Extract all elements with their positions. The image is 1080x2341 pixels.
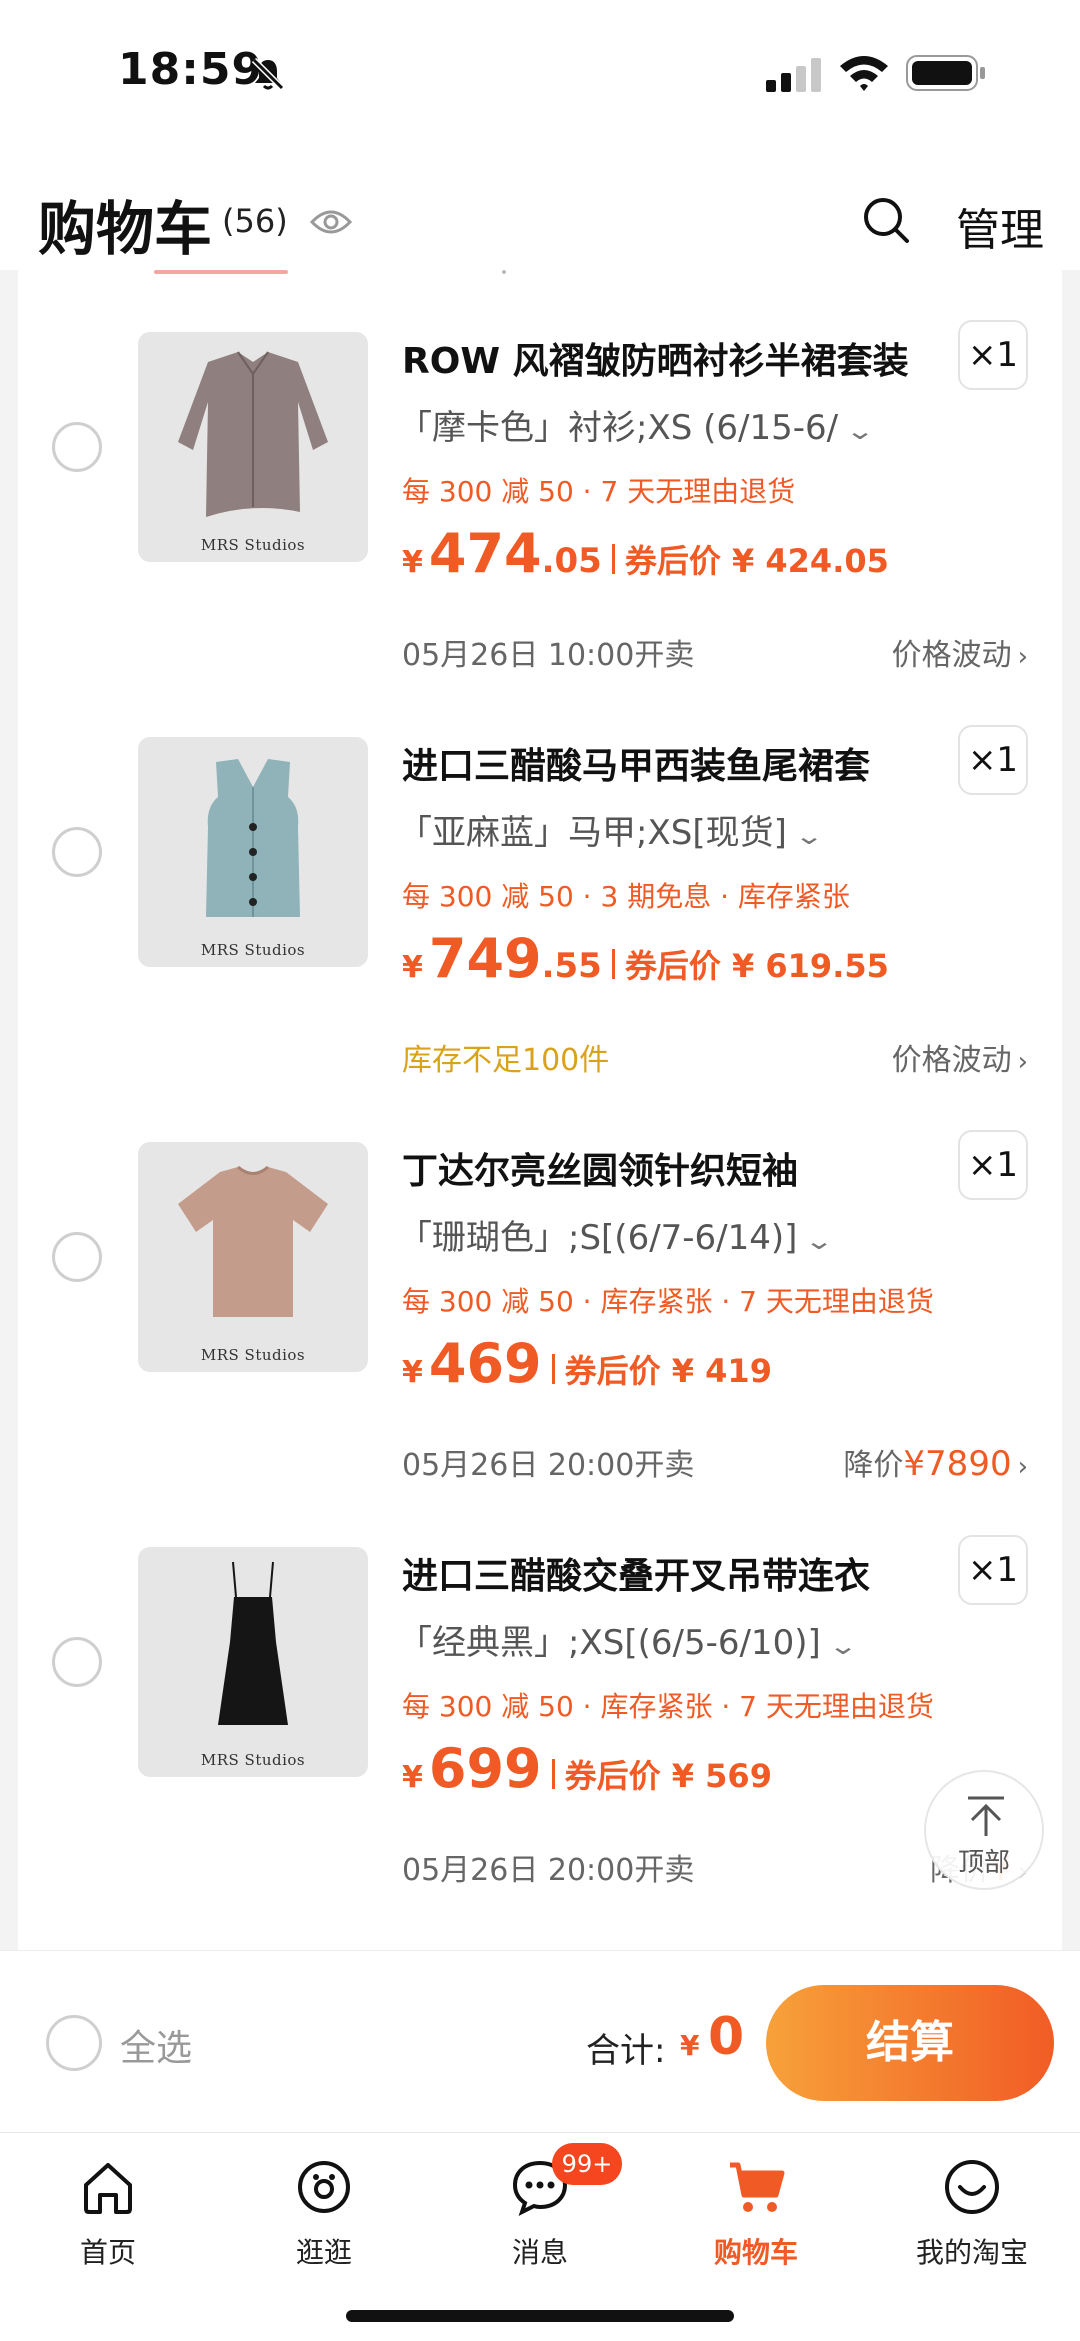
coupon-price: 券后价 ¥ 569 bbox=[564, 1757, 772, 1795]
tab-home[interactable]: 首页 bbox=[28, 2149, 188, 2289]
home-icon bbox=[84, 2163, 132, 2214]
checkout-button[interactable]: 结算 bbox=[766, 1985, 1054, 2101]
product-name[interactable]: ROW 风褶皱防晒衬衫半裙套装 bbox=[402, 332, 962, 384]
shirt-image-icon bbox=[178, 351, 328, 517]
chevron-down-icon: ⌄ bbox=[845, 417, 876, 445]
back-to-top-label: 顶部 bbox=[957, 1848, 1010, 1878]
tab-messages[interactable]: 99+ 消息 bbox=[460, 2143, 622, 2289]
back-to-top-button[interactable]: 顶部 bbox=[924, 1770, 1044, 1890]
message-badge: 99+ bbox=[552, 2143, 622, 2185]
promo-tags: 每 300 减 50 · 3 期免息 · 库存紧张 bbox=[402, 880, 850, 913]
wifi-icon bbox=[840, 56, 888, 91]
product-image[interactable]: MRS Studios bbox=[138, 1547, 368, 1777]
product-spec[interactable]: 「亚麻蓝」马甲;XS[现货] ⌄ bbox=[398, 805, 824, 854]
manage-button[interactable]: 管理 bbox=[956, 194, 1044, 258]
product-name[interactable]: 进口三醋酸马甲西装鱼尾裙套 bbox=[402, 737, 962, 789]
sale-time: 05月26日 20:00开卖 bbox=[402, 1853, 695, 1888]
home-indicator[interactable] bbox=[346, 2310, 734, 2322]
product-spec[interactable]: 「珊瑚色」;S[(6/7-6/14)] ⌄ bbox=[398, 1210, 835, 1259]
item-checkbox[interactable] bbox=[52, 422, 102, 472]
tab-cart[interactable]: 购物车 bbox=[676, 2149, 836, 2289]
promo-tags: 每 300 减 50 · 库存紧张 · 7 天无理由退货 bbox=[402, 1285, 934, 1318]
total-currency: ¥ bbox=[680, 2029, 700, 2062]
chevron-down-icon: ⌄ bbox=[827, 1632, 858, 1660]
price-trend-link[interactable]: 价格波动 › bbox=[892, 1035, 1028, 1079]
product-spec[interactable]: 「摩卡色」衬衫;XS (6/15-6/⌄ bbox=[398, 400, 875, 449]
bell-muted-icon bbox=[251, 57, 285, 91]
cart-count: (56) bbox=[222, 202, 288, 240]
search-icon[interactable] bbox=[862, 196, 910, 244]
checkout-bar: 全选 合计: ¥ 0 结算 bbox=[0, 1950, 1080, 2132]
chevron-down-icon: ⌄ bbox=[793, 822, 824, 850]
promo-tags: 每 300 减 50 · 7 天无理由退货 bbox=[402, 475, 796, 508]
product-spec[interactable]: 「经典黑」;XS[(6/5-6/10)] ⌄ bbox=[398, 1615, 858, 1664]
status-bar: 18:59 bbox=[0, 0, 1080, 140]
cart-list: MRS Studios ROW 风褶皱防晒衬衫半裙套装 ×1 「摩卡色」衬衫;X… bbox=[18, 270, 1062, 1950]
chevron-right-icon: › bbox=[1017, 1047, 1028, 1077]
total-label: 合计: bbox=[586, 2031, 666, 2071]
page-header: 购物车 (56) 管理 bbox=[0, 140, 1080, 270]
battery-icon bbox=[906, 55, 985, 91]
page-title: 购物车 bbox=[38, 195, 213, 263]
chevron-right-icon: › bbox=[1017, 642, 1028, 672]
cart-item[interactable]: MRS Studios 进口三醋酸马甲西装鱼尾裙套 ×1 「亚麻蓝」马甲;XS[… bbox=[18, 675, 1062, 1080]
cart-item[interactable]: MRS Studios ROW 风褶皱防晒衬衫半裙套装 ×1 「摩卡色」衬衫;X… bbox=[18, 270, 1062, 675]
product-image[interactable]: MRS Studios bbox=[138, 737, 368, 967]
coupon-price: 券后价 ¥ 619.55 bbox=[624, 947, 889, 985]
item-checkbox[interactable] bbox=[52, 1232, 102, 1282]
item-checkbox[interactable] bbox=[52, 827, 102, 877]
dress-image-icon bbox=[218, 1561, 288, 1725]
chevron-down-icon: ⌄ bbox=[804, 1227, 835, 1255]
price-block: ¥474.05 券后价 ¥ 424.05 bbox=[402, 522, 889, 585]
brand-watermark: MRS Studios bbox=[200, 1751, 306, 1769]
brand-watermark: MRS Studios bbox=[200, 1346, 306, 1364]
product-image[interactable]: MRS Studios bbox=[138, 332, 368, 562]
vest-image-icon bbox=[206, 759, 300, 917]
sale-time: 05月26日 10:00开卖 bbox=[402, 638, 695, 673]
chevron-right-icon: › bbox=[1017, 1452, 1028, 1482]
tshirt-image-icon bbox=[178, 1165, 328, 1317]
status-time: 18:59 bbox=[118, 44, 264, 95]
coupon-price: 券后价 ¥ 424.05 bbox=[624, 542, 889, 580]
stock-warning: 库存不足100件 bbox=[402, 1043, 610, 1078]
quantity-button[interactable]: ×1 bbox=[958, 320, 1028, 390]
cart-item[interactable]: MRS Studios 进口三醋酸交叠开叉吊带连衣 ×1 「经典黑」;XS[(6… bbox=[18, 1485, 1062, 1890]
select-all-checkbox[interactable] bbox=[46, 2015, 102, 2071]
price-block: ¥699 券后价 ¥ 569 bbox=[402, 1737, 772, 1800]
quantity-button[interactable]: ×1 bbox=[958, 1535, 1028, 1605]
price-trend-link[interactable]: 价格波动 › bbox=[892, 630, 1028, 674]
product-name[interactable]: 丁达尔亮丝圆领针织短袖 bbox=[402, 1142, 962, 1194]
tab-browse[interactable]: 逛逛 bbox=[244, 2149, 404, 2289]
profile-icon bbox=[945, 2160, 999, 2214]
price-block: ¥749.55 券后价 ¥ 619.55 bbox=[402, 927, 889, 990]
cart-icon bbox=[730, 2162, 785, 2212]
cart-item[interactable]: MRS Studios 丁达尔亮丝圆领针织短袖 ×1 「珊瑚色」;S[(6/7-… bbox=[18, 1080, 1062, 1485]
product-image[interactable]: MRS Studios bbox=[138, 1142, 368, 1372]
select-all-label[interactable]: 全选 bbox=[120, 2019, 192, 2071]
total-value: 0 bbox=[708, 2007, 745, 2067]
product-name[interactable]: 进口三醋酸交叠开叉吊带连衣 bbox=[402, 1547, 962, 1599]
brand-watermark: MRS Studios bbox=[200, 536, 306, 554]
price-drop-link[interactable]: 降价¥7890 › bbox=[843, 1440, 1028, 1484]
brand-watermark: MRS Studios bbox=[200, 941, 306, 959]
quantity-button[interactable]: ×1 bbox=[958, 1130, 1028, 1200]
promo-tags: 每 300 减 50 · 库存紧张 · 7 天无理由退货 bbox=[402, 1690, 934, 1723]
browse-icon bbox=[298, 2161, 350, 2213]
quantity-button[interactable]: ×1 bbox=[958, 725, 1028, 795]
arrow-up-icon bbox=[968, 1796, 1004, 1836]
coupon-price: 券后价 ¥ 419 bbox=[564, 1352, 772, 1390]
tab-profile[interactable]: 我的淘宝 bbox=[892, 2149, 1052, 2289]
eye-icon[interactable] bbox=[310, 204, 352, 240]
price-block: ¥469 券后价 ¥ 419 bbox=[402, 1332, 772, 1395]
item-checkbox[interactable] bbox=[52, 1637, 102, 1687]
sale-time: 05月26日 20:00开卖 bbox=[402, 1448, 695, 1483]
cellular-signal-icon bbox=[766, 58, 821, 92]
